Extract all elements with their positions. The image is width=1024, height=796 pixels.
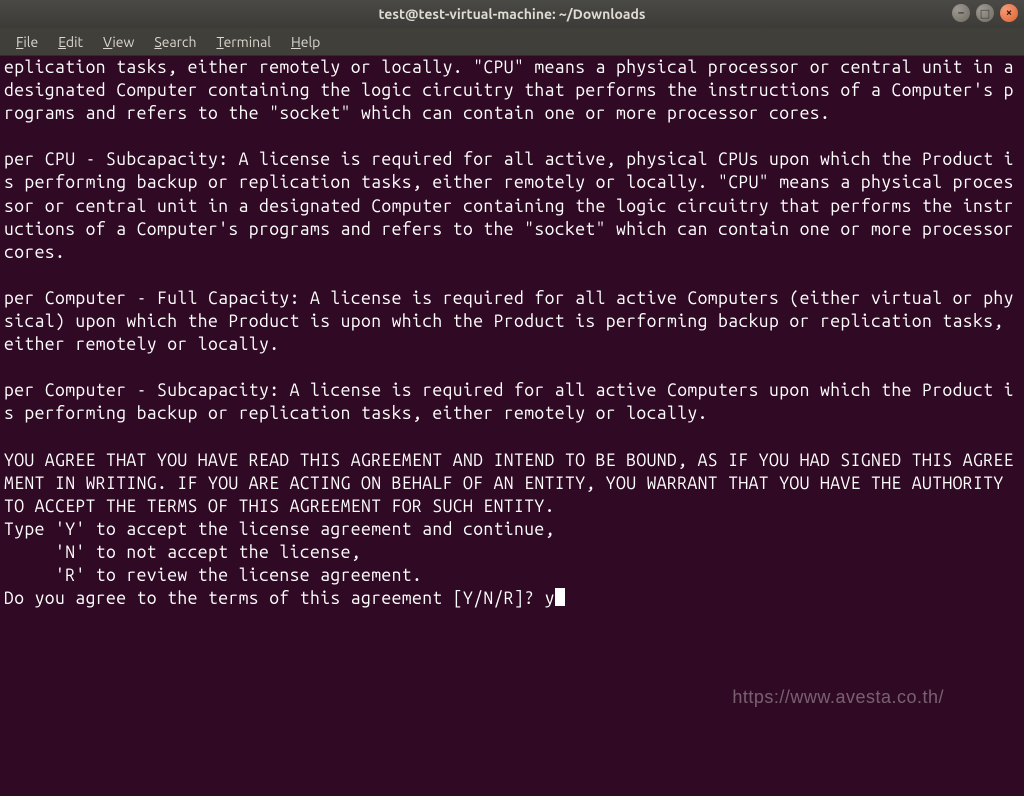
watermark-text: https://www.avesta.co.th/: [732, 686, 944, 710]
menu-file[interactable]: File: [8, 32, 46, 52]
minimize-icon: –: [958, 7, 964, 19]
maximize-button[interactable]: □: [976, 4, 994, 22]
terminal-viewport[interactable]: eplication tasks, either remotely or loc…: [0, 56, 1024, 796]
terminal-window: test@test-virtual-machine: ~/Downloads –…: [0, 0, 1024, 796]
menu-terminal[interactable]: Terminal: [208, 32, 279, 52]
minimize-button[interactable]: –: [952, 4, 970, 22]
maximize-icon: □: [980, 7, 990, 20]
menu-edit[interactable]: Edit: [50, 32, 91, 52]
close-button[interactable]: ×: [1000, 4, 1018, 22]
menu-view[interactable]: View: [95, 32, 142, 52]
menu-help[interactable]: Help: [283, 32, 328, 52]
window-title: test@test-virtual-machine: ~/Downloads: [378, 6, 645, 22]
terminal-input[interactable]: y: [545, 589, 555, 608]
window-controls: – □ ×: [952, 4, 1018, 22]
titlebar: test@test-virtual-machine: ~/Downloads –…: [0, 0, 1024, 28]
menubar: File Edit View Search Terminal Help: [0, 28, 1024, 56]
menu-search[interactable]: Search: [146, 32, 204, 52]
cursor-icon: [555, 588, 565, 606]
close-icon: ×: [1006, 7, 1012, 19]
terminal-output: eplication tasks, either remotely or loc…: [4, 58, 1024, 608]
